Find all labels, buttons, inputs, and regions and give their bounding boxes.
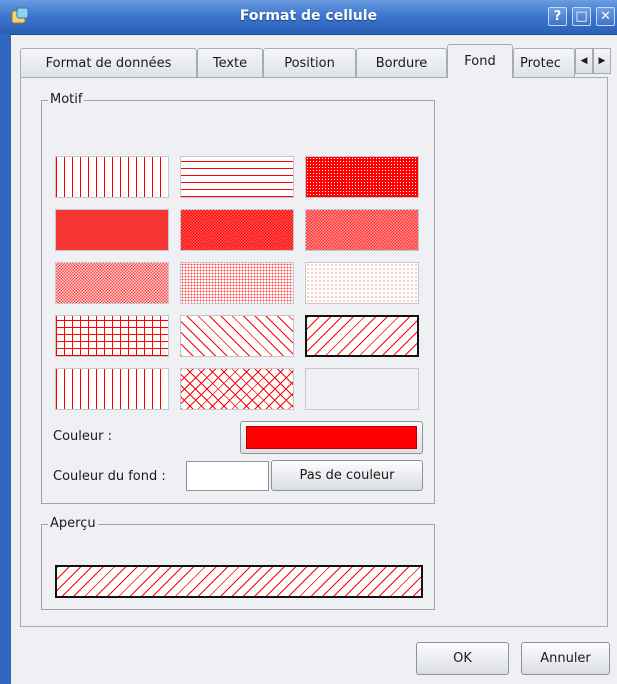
pattern-none[interactable] (305, 368, 419, 410)
tab-scroll-right-icon[interactable]: ▶ (593, 48, 611, 74)
pattern-grid[interactable] (55, 315, 169, 357)
pattern-checker-60[interactable] (305, 209, 419, 251)
apercu-preview (55, 565, 423, 598)
pattern-dot-30[interactable] (180, 262, 294, 304)
tab-fond[interactable]: Fond (447, 44, 513, 78)
pattern-backward-diagonal-selected[interactable] (305, 315, 419, 357)
motif-group-label: Motif (48, 92, 85, 107)
apercu-group-label: Aperçu (48, 516, 98, 531)
tab-bordure[interactable]: Bordure (356, 48, 447, 77)
pattern-diagonal-cross[interactable] (180, 368, 294, 410)
window-title: Format de cellule (239, 8, 378, 24)
motif-group: Motif Couleur : Couleur du fond : Pas de… (41, 92, 435, 504)
tab-texte[interactable]: Texte (197, 48, 263, 77)
tab-protection[interactable]: Protec (513, 48, 575, 77)
tab-format-de-donnees[interactable]: Format de données (20, 48, 197, 77)
close-button[interactable]: ✕ (596, 7, 615, 26)
pattern-checker-70[interactable] (180, 209, 294, 251)
pattern-vertical-lines-2[interactable] (55, 368, 169, 410)
pas-de-couleur-button[interactable]: Pas de couleur (271, 460, 423, 491)
tab-position[interactable]: Position (263, 48, 356, 77)
pattern-solid-90[interactable] (305, 156, 419, 198)
maximize-button[interactable]: □ (572, 7, 591, 26)
tab-scroll-left-icon[interactable]: ◀ (575, 48, 593, 74)
tab-panel-fond: Motif Couleur : Couleur du fond : Pas de… (20, 77, 608, 627)
pattern-dot-50[interactable] (55, 262, 169, 304)
help-button[interactable]: ? (548, 7, 567, 26)
window-edge (0, 34, 11, 684)
couleur-du-fond-input[interactable] (186, 461, 269, 491)
pattern-vertical-lines[interactable] (55, 156, 169, 198)
couleur-du-fond-label: Couleur du fond : (53, 469, 166, 484)
pattern-dot-15[interactable] (305, 262, 419, 304)
annuler-button[interactable]: Annuler (521, 642, 610, 675)
ok-button[interactable]: OK (416, 642, 509, 675)
couleur-button[interactable] (240, 421, 423, 454)
pattern-dense-80[interactable] (55, 209, 169, 251)
apercu-group: Aperçu (41, 516, 435, 610)
couleur-swatch (246, 426, 417, 449)
couleur-label: Couleur : (53, 429, 112, 444)
pattern-forward-diagonal[interactable] (180, 315, 294, 357)
title-bar: Format de cellule ? □ ✕ (0, 0, 617, 35)
pattern-horizontal-lines[interactable] (180, 156, 294, 198)
